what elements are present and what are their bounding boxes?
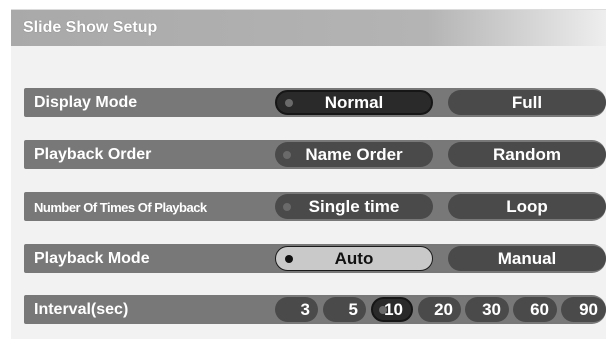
setting-row-display-mode: Display Mode Normal Full	[24, 88, 606, 117]
interval-option-3[interactable]: 3	[275, 297, 318, 322]
selection-indicator-icon	[285, 98, 293, 107]
setting-row-number-of-times: Number Of Times Of Playback Single time …	[24, 192, 606, 221]
option-loop[interactable]: Loop	[448, 194, 606, 219]
selection-indicator-icon	[283, 202, 291, 211]
option-label: Auto	[334, 248, 374, 268]
option-label: 30	[482, 299, 501, 319]
option-label: 5	[348, 299, 358, 319]
option-label: 3	[300, 299, 310, 319]
interval-option-20[interactable]: 20	[418, 297, 461, 322]
option-label: Full	[511, 92, 543, 112]
setting-label: Playback Mode	[34, 250, 150, 267]
interval-option-60[interactable]: 60	[513, 297, 557, 322]
interval-option-90[interactable]: 90	[561, 297, 606, 322]
title-bar: Slide Show Setup	[11, 10, 606, 46]
page-title: Slide Show Setup	[23, 19, 158, 36]
setting-label: Display Mode	[34, 94, 138, 111]
selection-indicator-icon	[285, 254, 293, 263]
setting-row-playback-mode: Playback Mode Auto Manual	[24, 244, 606, 273]
option-label: Random	[493, 144, 561, 164]
selection-indicator-icon	[283, 150, 291, 159]
option-label: Normal	[324, 92, 384, 112]
selection-indicator-icon	[379, 305, 387, 314]
setting-row-playback-order: Playback Order Name Order Random	[24, 140, 606, 169]
interval-option-5[interactable]: 5	[323, 297, 366, 322]
option-label: 20	[434, 299, 453, 319]
option-normal[interactable]: Normal	[275, 90, 433, 115]
interval-option-30[interactable]: 30	[465, 297, 509, 322]
setting-label: Interval(sec)	[34, 301, 129, 318]
option-name-order[interactable]: Name Order	[275, 142, 433, 167]
interval-option-10[interactable]: 10	[371, 297, 413, 322]
option-manual[interactable]: Manual	[448, 246, 606, 271]
option-label: 60	[530, 299, 549, 319]
option-label: 90	[579, 299, 598, 319]
option-random[interactable]: Random	[448, 142, 606, 167]
option-label: Manual	[497, 248, 557, 268]
setting-label: Number Of Times Of Playback	[34, 200, 207, 215]
option-label: Single time	[308, 196, 400, 216]
setting-row-interval: Interval(sec) 3 5 10 20 30 60 90	[24, 295, 606, 324]
option-label: Name Order	[305, 144, 403, 164]
option-auto[interactable]: Auto	[275, 246, 433, 271]
setting-label: Playback Order	[34, 146, 152, 163]
slide-show-setup-panel: Slide Show Setup Display Mode Normal Ful…	[11, 9, 606, 339]
option-label: Loop	[506, 196, 548, 216]
option-full[interactable]: Full	[448, 90, 606, 115]
option-single-time[interactable]: Single time	[275, 194, 433, 219]
